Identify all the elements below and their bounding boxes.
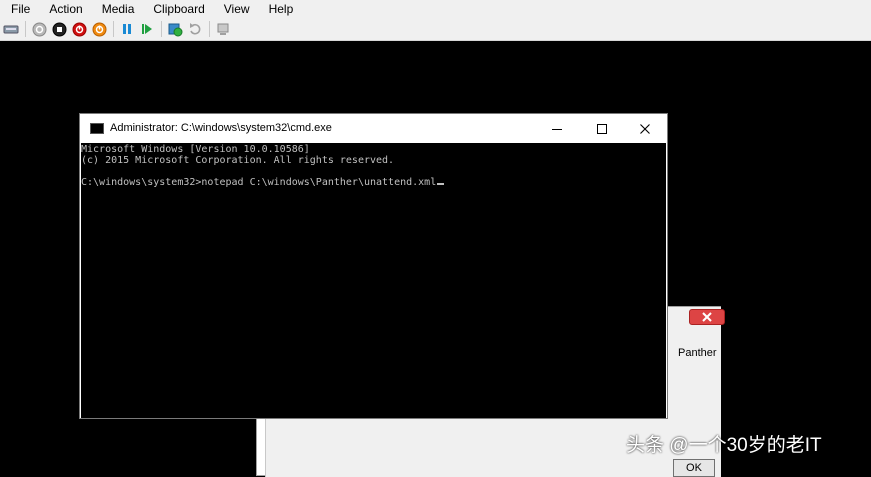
text-cursor [437, 183, 445, 185]
ok-button[interactable]: OK [673, 459, 715, 477]
close-icon [640, 123, 650, 134]
console-output[interactable]: Microsoft Windows [Version 10.0.10586] (… [81, 143, 666, 418]
console-line: (c) 2015 Microsoft Corporation. All righ… [81, 155, 395, 166]
cmd-window: Administrator: C:\windows\system32\cmd.e… [79, 113, 668, 419]
console-line: C:\windows\system32>notepad C:\windows\P… [81, 177, 437, 188]
menu-media[interactable]: Media [91, 0, 143, 18]
close-icon [702, 312, 712, 322]
power-icon[interactable] [91, 21, 107, 37]
menu-clipboard[interactable]: Clipboard [142, 0, 212, 18]
revert-icon[interactable] [187, 21, 203, 37]
background-dialog-text: Panther [678, 347, 717, 359]
cmd-title-bar[interactable]: Administrator: C:\windows\system32\cmd.e… [80, 114, 667, 143]
ctrl-alt-del-icon[interactable] [3, 21, 19, 37]
menu-file[interactable]: File [0, 0, 38, 18]
toolbar-separator [209, 21, 210, 37]
minimize-icon [552, 128, 562, 130]
maximize-icon [597, 123, 607, 134]
close-button[interactable] [623, 114, 667, 143]
start-icon[interactable] [31, 21, 47, 37]
checkpoint-icon[interactable] [167, 21, 183, 37]
watermark: 头条 @一个30岁的老IT [626, 435, 822, 456]
resume-icon[interactable] [139, 21, 155, 37]
shut-down-icon[interactable] [71, 21, 87, 37]
cmd-app-icon[interactable] [90, 123, 104, 134]
turn-off-icon[interactable] [51, 21, 67, 37]
toolbar-separator [161, 21, 162, 37]
console-line: Microsoft Windows [Version 10.0.10586] [81, 144, 310, 155]
console-command-line: C:\windows\system32>notepad C:\windows\P… [81, 177, 445, 188]
minimize-button[interactable] [535, 114, 579, 143]
toolbar-separator [113, 21, 114, 37]
pause-icon[interactable] [119, 21, 135, 37]
enhanced-session-icon[interactable] [215, 21, 231, 37]
toolbar-separator [25, 21, 26, 37]
menu-action[interactable]: Action [38, 0, 90, 18]
menu-bar: File Action Media Clipboard View Help [0, 0, 871, 18]
maximize-button[interactable] [580, 114, 624, 143]
toolbar [0, 18, 871, 41]
menu-help[interactable]: Help [258, 0, 302, 18]
window-title: Administrator: C:\windows\system32\cmd.e… [110, 122, 332, 134]
menu-view[interactable]: View [213, 0, 258, 18]
background-dialog-close-button[interactable] [689, 309, 725, 325]
